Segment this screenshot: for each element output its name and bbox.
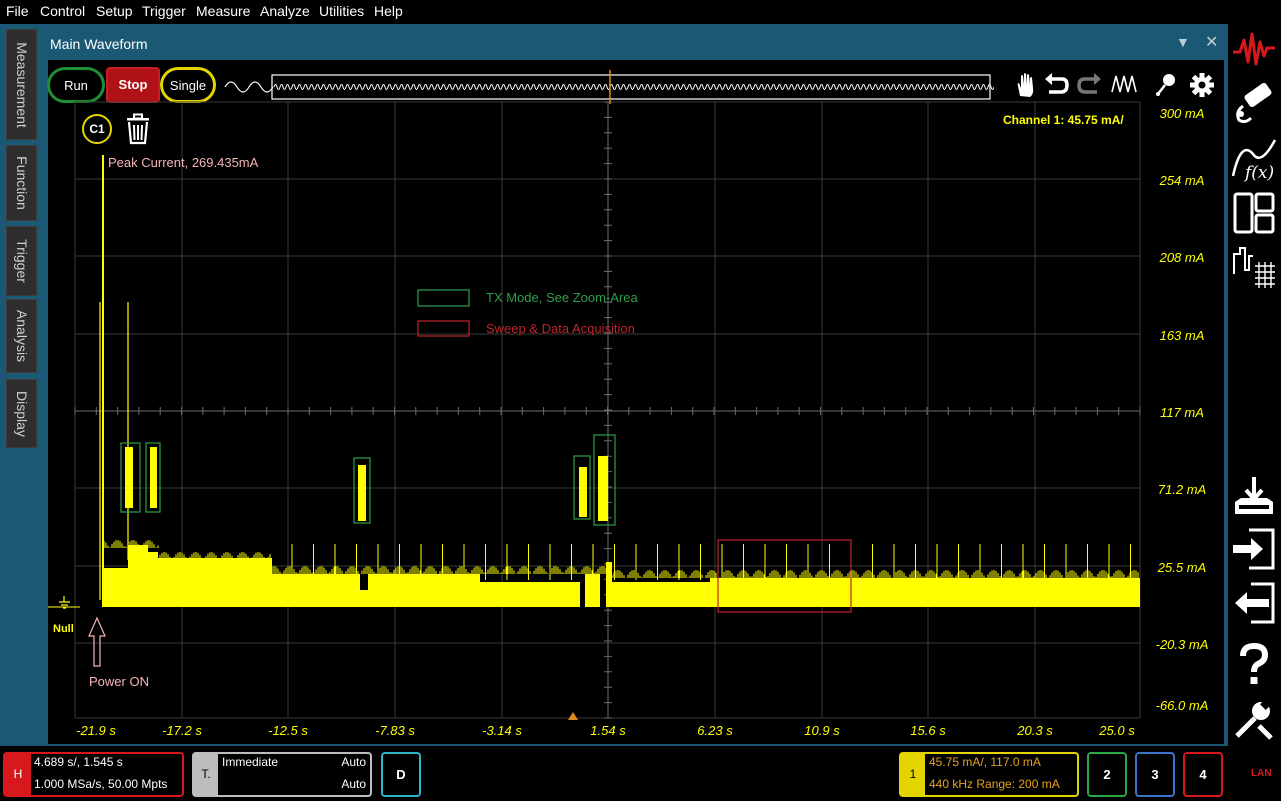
save-icon[interactable] — [1231, 474, 1277, 520]
channel-1-trace — [99, 155, 1140, 607]
x-axis-label: 15.6 s — [910, 723, 946, 738]
trace-segment — [612, 582, 710, 607]
x-axis-label: -7.83 s — [375, 723, 415, 738]
x-axis-label: 6.23 s — [697, 723, 733, 738]
y-axis-label: 254 mA — [1159, 173, 1205, 188]
trace-tx-burst — [579, 467, 587, 517]
y-axis-label: 163 mA — [1159, 328, 1205, 343]
x-axis-label: 1.54 s — [590, 723, 626, 738]
trace-segment — [158, 558, 272, 607]
trace-segment — [128, 545, 148, 607]
x-axis-label: 10.9 s — [804, 723, 840, 738]
tools-icon[interactable] — [1231, 696, 1277, 742]
trace-tx-burst — [125, 447, 133, 508]
y-axis-label: 300 mA — [1159, 106, 1205, 121]
x-axis-label: -21.9 s — [76, 723, 116, 738]
power-on-arrow — [88, 616, 106, 667]
trace-segment — [360, 590, 368, 607]
probe-icon[interactable] — [1231, 80, 1277, 126]
x-axis-label: -12.5 s — [268, 723, 308, 738]
svg-text:f(x): f(x) — [1243, 163, 1274, 182]
legend-green-swatch — [417, 289, 470, 307]
y-axis-label: -66.0 mA — [1155, 698, 1209, 713]
trace-segment — [368, 574, 480, 607]
help-icon[interactable] — [1231, 642, 1277, 688]
math-function-icon[interactable]: f(x) — [1231, 136, 1277, 182]
trace-tx-burst — [598, 456, 608, 521]
legend-sweep-label: Sweep & Data Acquisition — [486, 321, 635, 336]
export-waveform-icon[interactable] — [1231, 244, 1277, 290]
channel-3-button[interactable]: 3 — [1135, 752, 1175, 797]
channel-1-scale: 45.75 mA/, 117.0 mA — [929, 755, 1041, 769]
trigger-coupling: Auto — [341, 777, 366, 791]
channel-2-button[interactable]: 2 — [1087, 752, 1127, 797]
digital-channel-button[interactable]: D — [381, 752, 421, 797]
y-axis-label: 71.2 mA — [1157, 482, 1207, 497]
channel-1-panel[interactable]: 1 45.75 mA/, 117.0 mA 440 kHz Range: 200… — [899, 752, 1079, 797]
horizontal-sample-rate: 1.000 MSa/s, 50.00 Mpts — [34, 777, 168, 791]
power-on-annotation: Power ON — [89, 674, 149, 689]
channel-scale-readout: Channel 1: 45.75 mA/ — [1003, 113, 1124, 127]
y-axis-label: -20.3 mA — [1155, 637, 1209, 652]
trace-segment — [103, 568, 128, 607]
trace-segment — [272, 574, 360, 607]
trigger-sweep: Auto — [341, 755, 366, 769]
trace-segment — [148, 552, 158, 607]
horizontal-settings-panel[interactable]: H 4.689 s/, 1.545 s 1.000 MSa/s, 50.00 M… — [3, 752, 184, 797]
trace-segment — [606, 562, 612, 607]
y-axis-label: 117 mA — [1160, 405, 1204, 420]
layout-icon[interactable] — [1231, 190, 1277, 236]
x-axis-label: 20.3 s — [1017, 723, 1053, 738]
export-icon[interactable] — [1231, 580, 1277, 626]
null-label: Null — [53, 623, 74, 635]
horizontal-timebase: 4.689 s/, 1.545 s — [34, 755, 123, 769]
x-axis-label: -3.14 s — [482, 723, 522, 738]
channel-1-bandwidth-range: 440 kHz Range: 200 mA — [929, 777, 1060, 791]
trigger-mode: Immediate — [222, 755, 279, 769]
trace-tx-burst — [150, 447, 157, 508]
x-axis-label: -17.2 s — [162, 723, 202, 738]
x-axis-label: 25.0 s — [1099, 723, 1135, 738]
peak-current-annotation: Peak Current, 269.435mA — [108, 155, 259, 170]
plot-grid — [74, 101, 1141, 719]
y-axis-label: 208 mA — [1159, 250, 1205, 265]
trigger-settings-panel[interactable]: T. Immediate Auto Auto — [192, 752, 372, 797]
legend-tx-mode-label: TX Mode, See Zoom-Area — [486, 290, 638, 305]
y-axis-label: 25.5 mA — [1157, 560, 1207, 575]
channel-4-button[interactable]: 4 — [1183, 752, 1223, 797]
trigger-badge: T. — [194, 754, 218, 795]
lan-status: LAN — [1251, 768, 1272, 779]
trace-segment — [480, 582, 580, 607]
trace-segment — [710, 578, 850, 607]
channel-1-badge: 1 — [901, 754, 925, 795]
import-icon[interactable] — [1231, 526, 1277, 572]
horizontal-badge: H — [5, 754, 31, 795]
trace-segment — [850, 578, 1140, 607]
trigger-position-marker — [568, 712, 578, 720]
trace-tx-burst — [358, 465, 366, 521]
keysight-logo-icon — [1233, 32, 1275, 66]
